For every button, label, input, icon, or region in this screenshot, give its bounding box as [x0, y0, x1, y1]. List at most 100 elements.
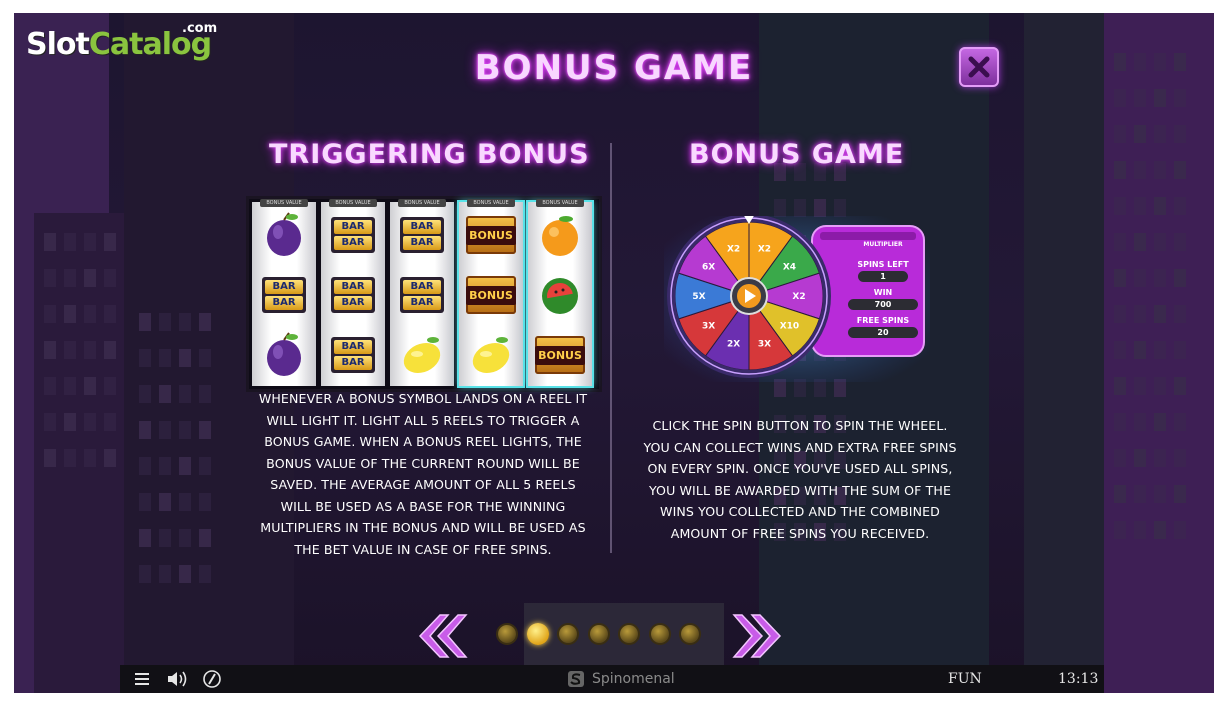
building-window [1114, 305, 1126, 323]
reel-column: BONUS VALUE BONUS [528, 199, 592, 386]
reels-illustration: BONUS VALUE BAR BAR BONUS VALUE BAR BAR BAR BAR… [246, 196, 602, 392]
building-window [1134, 413, 1146, 431]
bonus-symbol: BONUS [466, 270, 516, 320]
logo-com-text: .com [182, 21, 218, 36]
building-window [44, 377, 56, 395]
bonus-label: BONUS [535, 345, 585, 365]
bar-label: BAR [334, 220, 372, 234]
description-line: WHENEVER A BONUS SYMBOL LANDS ON A REEL … [258, 391, 588, 406]
description-line: ON EVERY SPIN. ONCE YOU'VE USED ALL SPIN… [647, 461, 953, 476]
building-window [44, 233, 56, 251]
building-window [1134, 485, 1146, 503]
building-window [1154, 485, 1166, 503]
building-window [1114, 269, 1126, 287]
bonus-wheel-illustration: X2 X4 X2 X10 3X 2X 3X 5X 6X X2 MULTIPLIER SPINS L… [662, 214, 930, 382]
building-window [84, 269, 96, 287]
game-frame: SlotCatalog .com BONUS GAME TRIGGERING B… [14, 13, 1214, 693]
building-window [1174, 89, 1186, 107]
building-window [199, 313, 211, 331]
bar-label: BAR [334, 236, 372, 250]
building-window [1114, 377, 1126, 395]
bar-label: BAR [334, 296, 372, 310]
building-window [159, 493, 171, 511]
building-window [84, 305, 96, 323]
building-window [1134, 377, 1146, 395]
close-button[interactable] [959, 47, 999, 87]
building-window [84, 449, 96, 467]
building-window [1154, 521, 1166, 539]
building-window [84, 233, 96, 251]
bar-label: BAR [403, 280, 441, 294]
reel-column: BONUS VALUE BAR BAR BAR BAR BAR BAR [321, 199, 385, 386]
description-line: WINS YOU COLLECTED AND THE COMBINED [660, 504, 940, 519]
page-dot[interactable] [650, 625, 669, 643]
building-window [159, 385, 171, 403]
free-spins-label: FREE SPINS [856, 316, 910, 325]
building-window [1114, 449, 1126, 467]
building-window [1154, 341, 1166, 359]
building-window [1134, 449, 1146, 467]
building-window [1114, 125, 1126, 143]
bonus-value-tag: BONUS VALUE [398, 199, 446, 207]
building-window [139, 421, 151, 439]
wheel-segment-label: X2 [758, 244, 771, 254]
previous-page-button[interactable] [416, 611, 468, 661]
building-window [104, 233, 116, 251]
lemon-symbol [466, 330, 516, 380]
bar-symbol: BAR BAR [328, 270, 378, 320]
plum-symbol [259, 210, 309, 260]
building-window [139, 313, 151, 331]
building-window [159, 349, 171, 367]
building-window [179, 565, 191, 583]
description-line: THE BET VALUE IN CASE OF FREE SPINS. [294, 541, 552, 557]
building-window [199, 565, 211, 583]
page-dot[interactable] [589, 625, 608, 643]
building-window [1154, 449, 1166, 467]
wheel-segment-label: 5X [692, 292, 705, 302]
triggering-bonus-heading: TRIGGERING BONUS [269, 139, 590, 170]
multiplier-label: MULTIPLIER [863, 241, 903, 248]
watermelon-symbol [535, 270, 585, 320]
building-window [44, 341, 56, 359]
building-window [64, 449, 76, 467]
description-line: YOU WILL BE AWARDED WITH THE SUM OF THE [648, 482, 952, 498]
building-window [1114, 89, 1126, 107]
bonus-label: BONUS [466, 225, 516, 245]
building-window [139, 565, 151, 583]
building-window [159, 457, 171, 475]
building-window [104, 269, 116, 287]
building-window [814, 199, 826, 217]
building-window [44, 269, 56, 287]
building-window [1174, 125, 1186, 143]
next-page-button[interactable] [732, 611, 784, 661]
reel-column: BONUS VALUE BONUS BONUS [459, 199, 523, 386]
building-window [199, 421, 211, 439]
wheel-segment-label: X2 [727, 244, 740, 254]
building-window [179, 457, 191, 475]
page-dot-active[interactable] [526, 623, 549, 645]
page-dot[interactable] [498, 625, 516, 643]
building-window [1134, 341, 1146, 359]
bar-symbol: BAR BAR [397, 270, 447, 320]
building-window [1154, 305, 1166, 323]
building-window [179, 493, 191, 511]
turbo-icon[interactable] [202, 669, 222, 689]
bar-symbol: BAR BAR [328, 210, 378, 260]
section-divider [610, 143, 612, 553]
free-spins-value: 20 [848, 327, 918, 338]
building-window [1134, 233, 1146, 251]
page-dot[interactable] [681, 625, 699, 643]
page-dot[interactable] [620, 625, 638, 643]
building-window [64, 377, 76, 395]
building-window [199, 493, 211, 511]
menu-icon[interactable] [134, 672, 150, 686]
wheel-segment-label: X10 [780, 321, 799, 331]
page-dot[interactable] [559, 625, 577, 643]
bar-label: BAR [265, 296, 303, 310]
description-line: WILL BE USED AS A BASE FOR THE WINNING [280, 498, 566, 514]
sound-icon[interactable] [166, 670, 190, 688]
reel-column: BONUS VALUE BAR BAR [252, 199, 316, 386]
bonus-game-description: CLICK THE SPIN BUTTON TO SPIN THE WHEEL.… [620, 415, 980, 544]
building-window [1154, 161, 1166, 179]
bar-symbol: BAR BAR [397, 210, 447, 260]
